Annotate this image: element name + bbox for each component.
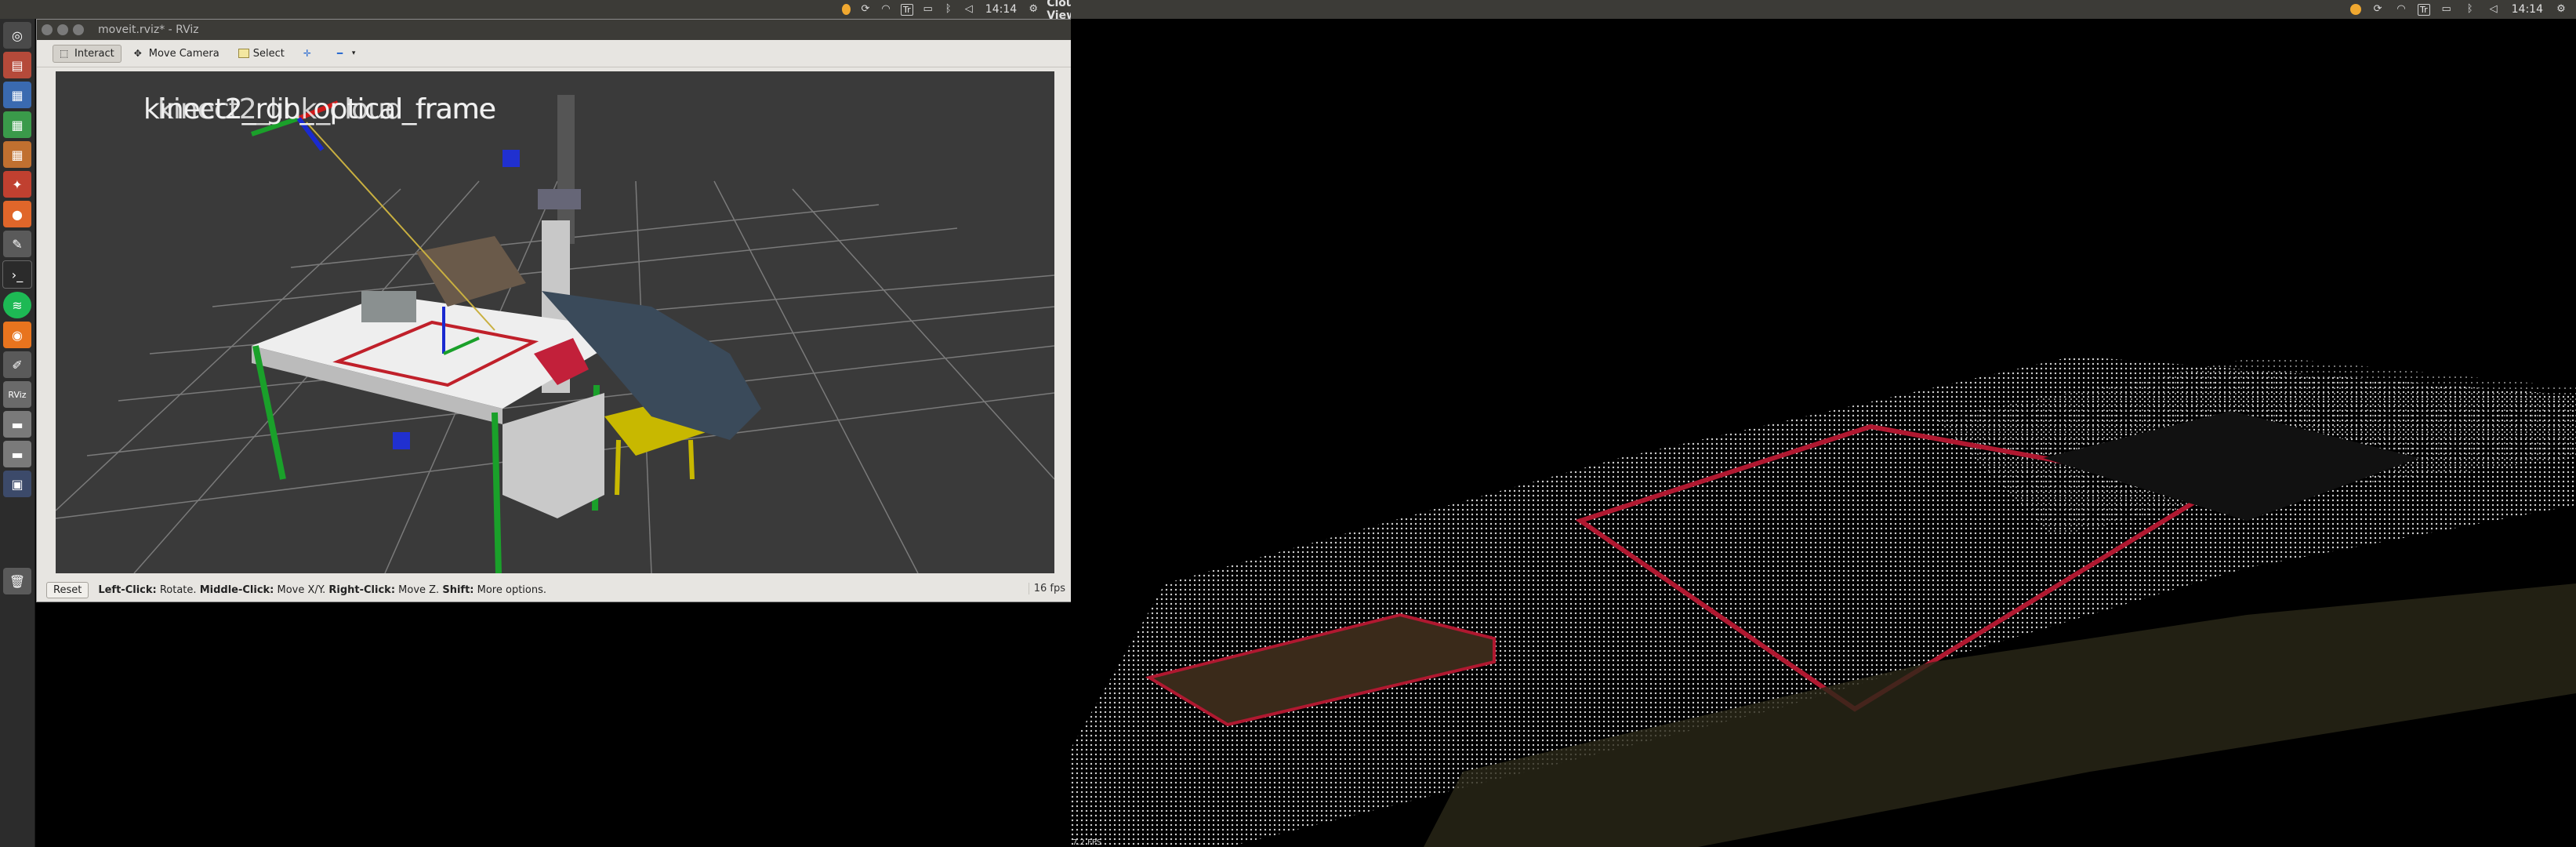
hint-key: Right-Click: xyxy=(328,583,396,596)
cloud-viewer-window[interactable]: 7.2 FPS xyxy=(1071,19,2576,847)
bluetooth-icon[interactable]: ᛒ xyxy=(2463,4,2477,15)
top-panel-right: ⟳ ◠ Tr ▭ ᛒ ◁ 14:14 ⚙ xyxy=(1071,0,2576,19)
rviz-window-title: moveit.rviz* - RViz xyxy=(98,24,199,36)
select-tool-button[interactable]: Select xyxy=(232,45,291,62)
chevron-down-icon: ▾ xyxy=(351,49,356,57)
rviz-window: moveit.rviz* - RViz ⬚ Interact ✥ Move Ca… xyxy=(36,19,1072,602)
minus-icon: ━ xyxy=(336,48,343,59)
battery-icon[interactable]: ▭ xyxy=(2440,4,2454,15)
move-camera-label: Move Camera xyxy=(148,47,220,60)
gear-icon[interactable]: ⚙ xyxy=(1028,4,1039,15)
select-label: Select xyxy=(252,47,285,60)
interact-label: Interact xyxy=(74,47,114,60)
trash-icon[interactable]: 🗑 xyxy=(3,568,31,594)
firefox-icon[interactable]: ● xyxy=(3,201,31,227)
focus-tool-button[interactable]: ✛ xyxy=(297,46,325,60)
keyboard-layout-indicator[interactable]: Tr xyxy=(2418,3,2430,16)
spreadsheet-icon[interactable]: ▦ xyxy=(3,111,31,138)
table-leg xyxy=(492,412,502,573)
blue-cube xyxy=(393,432,410,449)
pen-icon[interactable]: ✐ xyxy=(3,351,31,378)
wifi-icon[interactable]: ◠ xyxy=(880,4,891,15)
hint-value: More options. xyxy=(477,583,547,596)
ubuntu-software-icon[interactable]: ◉ xyxy=(3,322,31,348)
hint-value: Rotate. xyxy=(159,583,197,596)
bluetooth-icon[interactable]: ᛒ xyxy=(943,4,954,15)
hint-key: Left-Click: xyxy=(98,583,157,596)
crosshair-icon: ✛ xyxy=(303,48,311,59)
rviz-titlebar: moveit.rviz* - RViz xyxy=(37,20,1072,40)
hint-value: Move Z. xyxy=(398,583,440,596)
battery-icon[interactable]: ▭ xyxy=(923,4,934,15)
clock[interactable]: 14:14 xyxy=(985,3,1017,16)
drive-icon[interactable]: ▬ xyxy=(3,441,31,467)
text-editor-icon[interactable]: ✎ xyxy=(3,231,31,257)
presentation-icon[interactable]: ▦ xyxy=(3,141,31,168)
tool-dropdown-button[interactable]: ━ ▾ xyxy=(331,46,362,60)
reset-button[interactable]: Reset xyxy=(46,581,89,598)
tf-frame-label: kinect2_link_cloud_frame xyxy=(158,93,496,125)
drive-icon[interactable]: ▬ xyxy=(3,411,31,438)
cloud-fps-readout: 7.2 FPS xyxy=(1072,838,1102,847)
launcher: ◎ ▤ ▦ ▦ ▦ ✦ ● ✎ ›_ ≋ ◉ ✐ RViz ▬ ▬ ▣ 🗑 xyxy=(0,19,35,847)
terminal-icon[interactable]: ›_ xyxy=(2,260,32,289)
indicator-orange-icon[interactable] xyxy=(2350,4,2362,15)
chair-leg xyxy=(688,439,695,480)
workspace-icon[interactable]: ▣ xyxy=(3,471,31,497)
camera-icon: ✥ xyxy=(133,48,142,59)
wifi-icon[interactable]: ◠ xyxy=(2394,4,2408,15)
files-icon[interactable]: ▤ xyxy=(3,52,31,78)
head-pointcloud xyxy=(416,236,526,307)
settings-icon[interactable]: ✦ xyxy=(3,171,31,198)
blue-cube xyxy=(503,150,520,167)
rviz-statusbar: Reset Left-Click: Rotate. Middle-Click: … xyxy=(37,578,1072,602)
dropbox-icon[interactable]: ⟳ xyxy=(860,4,871,15)
chair-leg xyxy=(615,439,621,496)
cursor-icon: ⬚ xyxy=(60,48,69,59)
hint-key: Shift: xyxy=(442,583,474,596)
dash-icon[interactable]: ◎ xyxy=(3,22,31,49)
keyboard-layout-indicator[interactable]: Tr xyxy=(901,3,913,16)
rviz-toolbar: ⬚ Interact ✥ Move Camera Select ✛ ━ ▾ xyxy=(37,40,1072,67)
dropbox-icon[interactable]: ⟳ xyxy=(2371,4,2385,15)
close-icon[interactable] xyxy=(42,24,53,35)
move-camera-tool-button[interactable]: ✥ Move Camera xyxy=(128,45,226,62)
rviz-icon[interactable]: RViz xyxy=(3,381,31,408)
robot-joint xyxy=(538,189,581,209)
select-icon xyxy=(238,49,249,58)
top-panel-left: ⟳ ◠ Tr ▭ ᛒ ◁ 14:14 ⚙ Cloud Viewer xyxy=(0,0,1089,22)
clock[interactable]: 14:14 xyxy=(2512,3,2543,16)
device-on-table xyxy=(361,291,416,322)
scene-render xyxy=(56,95,1054,573)
spotify-icon[interactable]: ≋ xyxy=(3,292,31,318)
indicator-orange-icon[interactable] xyxy=(842,4,851,15)
box-obstacle xyxy=(503,393,604,518)
gear-icon[interactable]: ⚙ xyxy=(2554,4,2568,15)
interact-tool-button[interactable]: ⬚ Interact xyxy=(53,44,122,63)
maximize-icon[interactable] xyxy=(73,24,84,35)
document-icon[interactable]: ▦ xyxy=(3,82,31,108)
volume-icon[interactable]: ◁ xyxy=(963,4,974,15)
hint-value: Move X/Y. xyxy=(277,583,326,596)
pointcloud-render xyxy=(1071,356,2576,847)
rviz-3d-viewport[interactable]: kinect2_rgb_optical_frame kinect2_link_c… xyxy=(56,71,1054,573)
hint-key: Middle-Click: xyxy=(199,583,274,596)
volume-icon[interactable]: ◁ xyxy=(2487,4,2501,15)
fps-readout: 16 fps xyxy=(1028,583,1065,594)
minimize-icon[interactable] xyxy=(57,24,68,35)
